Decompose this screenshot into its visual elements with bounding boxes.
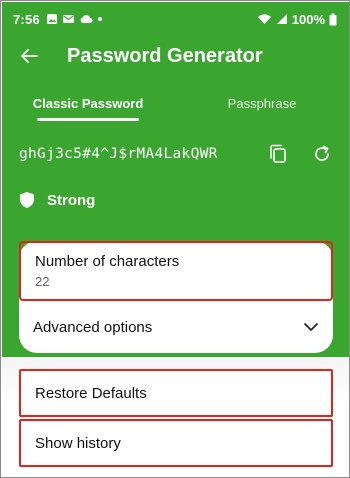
show-history-label: Show history	[35, 434, 121, 452]
app-bar: Password Generator	[1, 37, 349, 75]
restore-defaults-button[interactable]: Restore Defaults	[19, 369, 333, 417]
battery-level: 100%	[291, 11, 325, 27]
restore-defaults-label: Restore Defaults	[35, 384, 147, 402]
strength-label: Strong	[47, 191, 96, 209]
status-bar: 7:56 100%	[13, 9, 337, 29]
tab-bar: Classic Password Passphrase	[1, 83, 349, 123]
status-time: 7:56	[13, 11, 40, 27]
regenerate-button[interactable]	[311, 143, 333, 165]
signal-icon	[276, 14, 287, 24]
battery-icon	[329, 13, 337, 25]
chevron-down-icon	[304, 323, 318, 331]
number-of-characters-row[interactable]: Number of characters 22	[19, 241, 333, 301]
tab-classic-password[interactable]: Classic Password	[1, 83, 175, 123]
refresh-icon	[315, 145, 329, 161]
strength-indicator: Strong	[19, 187, 95, 213]
email-icon	[62, 15, 74, 23]
wifi-icon	[257, 14, 271, 24]
password-actions	[267, 143, 333, 165]
cloud-icon	[80, 15, 93, 23]
image-icon	[46, 14, 57, 24]
shield-icon	[20, 192, 34, 208]
show-history-button[interactable]: Show history	[19, 419, 333, 467]
advanced-options-label: Advanced options	[33, 318, 153, 336]
back-button[interactable]	[9, 37, 49, 75]
status-left-icons	[46, 13, 103, 25]
number-of-characters-label: Number of characters	[35, 253, 180, 270]
phone-screen: 7:56 100% Password Generator Classic Pas…	[0, 0, 350, 478]
status-right: 100%	[257, 12, 337, 27]
arrow-left-icon	[21, 49, 38, 63]
copy-button[interactable]	[267, 143, 289, 165]
settings-card: Number of characters 22 Advanced options	[19, 241, 333, 353]
advanced-options-row[interactable]: Advanced options	[19, 305, 333, 349]
tab-passphrase[interactable]: Passphrase	[175, 83, 349, 123]
page-title: Password Generator	[67, 44, 263, 67]
generated-password[interactable]: ghGj3c5#4^J$rMA4LakQWR	[19, 146, 218, 162]
copy-icon	[270, 144, 286, 163]
password-row: ghGj3c5#4^J$rMA4LakQWR	[1, 139, 349, 169]
number-of-characters-value: 22	[35, 274, 50, 289]
dot-icon	[97, 17, 102, 21]
